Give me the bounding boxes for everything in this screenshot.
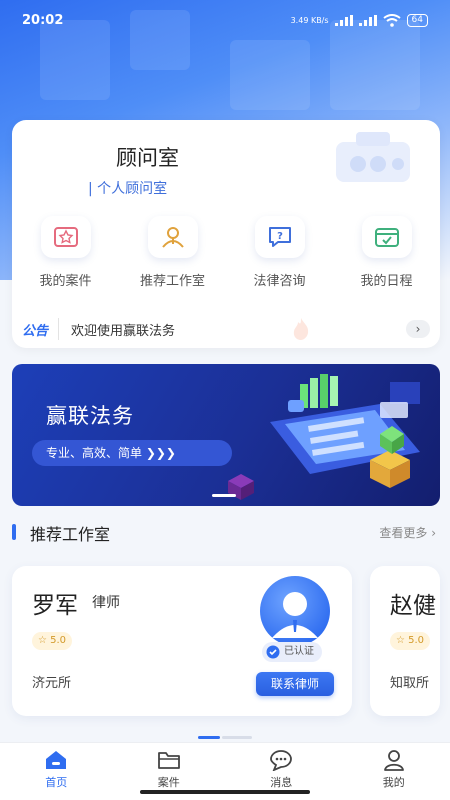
promo-banner[interactable]: 赢联法务 专业、高效、简单 ❯❯❯ [12,364,440,506]
home-icon [46,751,67,769]
status-time: 20:02 [22,12,64,28]
status-icons: 3.49 KB/s 64 [290,13,428,27]
quick-action-legal-consult[interactable]: ? 法律咨询 [226,216,333,289]
banner-page-dot [212,494,236,497]
law-firm-name: 济元所 [32,676,72,691]
verified-check-icon [266,645,280,659]
announcement-divider [58,318,60,340]
cube-decoration-icon [228,474,254,500]
rating-badge: ☆ 5.0 [390,632,431,650]
consult-icon: ? [254,216,305,258]
person-icon [272,592,318,638]
lawyer-role: 律师 [92,595,120,611]
svg-text:?: ? [277,231,283,242]
lawyer-name: 赵健 [390,593,436,619]
tab-home[interactable]: 首页 [0,743,113,800]
announcement-text: 欢迎使用赢联法务 [71,323,176,339]
signal-icon-2 [358,14,377,26]
message-icon [270,750,293,771]
law-firm-name: 知取所 [390,676,430,691]
tab-label: 案件 [157,776,180,789]
flame-icon [293,318,309,340]
view-more-link[interactable]: 查看更多 › [379,524,436,541]
tablet-illustration-icon [270,374,420,488]
tab-label: 首页 [45,776,68,789]
office-subtitle: | 个人顾问室 [88,181,168,197]
case-icon [40,216,91,258]
quick-action-my-cases[interactable]: 我的案件 [12,216,119,289]
network-speed: 3.49 KB/s [290,15,329,25]
status-bar: 20:02 3.49 KB/s 64 [0,0,450,40]
quick-action-label: 我的案件 [39,274,92,289]
rating-badge: ☆ 5.0 [32,632,73,650]
carousel-indicator-active [198,736,220,739]
announcement-tag: 公告 [22,323,49,339]
quick-action-label: 推荐工作室 [139,274,205,289]
verified-text: 已认证 [284,646,314,657]
briefcase-illustration-icon [336,132,410,182]
announcement-arrow-button[interactable]: › [406,320,430,338]
studio-card[interactable]: 赵健 ☆ 5.0 知取所 [370,566,440,716]
profile-icon [383,750,404,771]
battery-icon: 64 [406,13,428,27]
office-card: 顾问室 | 个人顾问室 我的案件 推荐工作室 ? 法律咨询 我的日程 公告 欢迎… [12,120,440,348]
tab-label: 消息 [270,776,293,789]
quick-action-label: 法律咨询 [253,274,306,289]
lawyer-icon [147,216,198,258]
quick-action-my-schedule[interactable]: 我的日程 [333,216,440,289]
carousel-indicator-track [222,736,252,739]
carousel-indicator [198,736,252,739]
quick-actions: 我的案件 推荐工作室 ? 法律咨询 我的日程 [12,216,440,289]
folder-icon [157,752,180,769]
home-indicator[interactable] [140,790,310,794]
signal-icon [334,14,353,26]
quick-action-label: 我的日程 [360,274,413,289]
contact-lawyer-button[interactable]: 联系律师 [256,672,334,696]
studio-card[interactable]: 罗军 律师 ☆ 5.0 济元所 已认证 联系律师 [12,566,352,716]
avatar [260,576,330,646]
section-title: 推荐工作室 [30,525,111,544]
section-accent-bar [12,524,16,540]
calendar-icon [361,216,412,258]
wifi-icon [382,13,401,27]
quick-action-recommended-studio[interactable]: 推荐工作室 [119,216,226,289]
tab-profile[interactable]: 我的 [338,743,450,800]
section-header: 推荐工作室 查看更多 › [12,520,440,544]
banner-tagline: 专业、高效、简单 ❯❯❯ [32,440,232,466]
lawyer-name: 罗军 [32,593,78,619]
office-title: 顾问室 [116,146,179,170]
banner-title: 赢联法务 [46,404,134,428]
verified-badge: 已认证 [262,642,322,662]
tab-label: 我的 [382,776,405,789]
announcement-bar[interactable]: 公告 欢迎使用赢联法务 › [12,312,440,346]
